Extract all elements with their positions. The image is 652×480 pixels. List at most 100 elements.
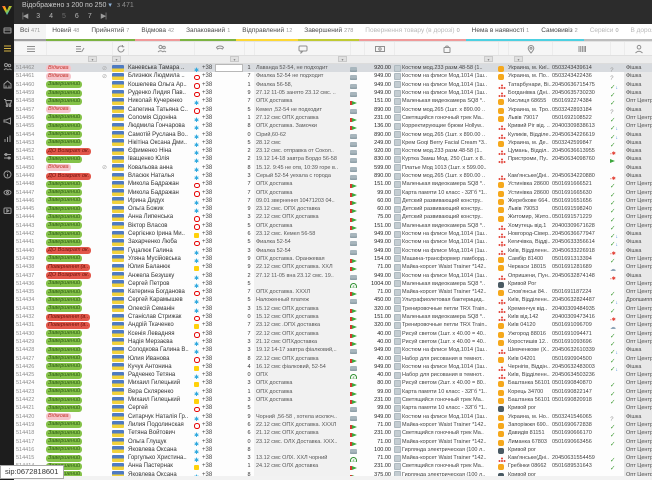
phone-cell[interactable]: +38 [202, 454, 244, 462]
table-row[interactable]: 514431 Повернення (в.. ⊘ Андрій Ткаченко… [14, 321, 652, 329]
filter-dropdown-address[interactable]: ▾ [514, 56, 523, 62]
phone-cell[interactable]: +38 [202, 164, 244, 172]
phone-cell[interactable]: +38 [202, 147, 244, 155]
status-tab[interactable]: Сервіси0 [584, 24, 625, 41]
filter-dropdown-comment[interactable]: ▾ [338, 56, 347, 62]
table-row[interactable]: 514444 Завершений ⊘ Анна Липенська +38 3… [14, 213, 652, 221]
table-row[interactable]: 514455 Завершений ⊘ Людмила Гончарова +3… [14, 122, 652, 130]
table-row[interactable]: 514458 Завершений ⊘ Николай Кучеренко +3… [14, 97, 652, 105]
table-row[interactable]: 514449 ДО Возврат ок. ⊘ Власюк Наталья +… [14, 172, 652, 180]
phone-cell[interactable]: +38 [202, 396, 244, 404]
phone-cell[interactable]: +38 [202, 155, 244, 163]
column-header-comment[interactable] [254, 42, 350, 55]
table-row[interactable]: 514436 Завершений ⊘ Сергей Петров +38 5 … [14, 280, 652, 288]
page-number-button[interactable]: 5 [62, 13, 66, 20]
table-row[interactable]: 514427 Завершений ⊘ Юлия Иванова +38 8 2… [14, 354, 652, 362]
phone-cell[interactable]: +38 [202, 371, 244, 379]
table-row[interactable]: 514447 Завершений ⊘ Микола Бадражан +38 … [14, 188, 652, 196]
column-header-price[interactable] [364, 42, 394, 55]
table-row[interactable]: 514429 Завершений ⊘ Надія Мерзаєва +38 3… [14, 338, 652, 346]
column-header-manager[interactable] [624, 42, 652, 55]
column-header-payment[interactable] [350, 42, 364, 55]
status-tab[interactable]: Всі471 [14, 24, 46, 41]
table-row[interactable]: 514416 Завершений ⊘ Яковлева Оксана +38 … [14, 446, 652, 454]
table-row[interactable]: 514437 ДО Возврат ок. ⊘ Анжела Безушку +… [14, 271, 652, 279]
phone-cell[interactable]: +38 [202, 72, 244, 80]
phone-cell[interactable]: +38 [202, 429, 244, 437]
phone-cell[interactable]: +38 [202, 230, 244, 238]
phone-cell[interactable]: +38 [202, 263, 244, 271]
column-header-refresh-icon[interactable] [112, 42, 128, 55]
table-row[interactable]: 514433 Завершений ⊘ Олексій Семанін +38 … [14, 305, 652, 313]
table-row[interactable]: 514432 Повернення (в.. ⊘ Станіслав Стриж… [14, 313, 652, 321]
status-tab[interactable]: Завершений278 [298, 24, 359, 41]
phone-cell[interactable]: +38 [202, 64, 244, 72]
status-tab[interactable]: Новий48 [46, 24, 85, 41]
column-header-products[interactable] [394, 42, 498, 55]
phone-cell[interactable]: +38 [202, 338, 244, 346]
column-header-phone[interactable] [194, 42, 244, 55]
phone-cell[interactable]: +38 [202, 197, 244, 205]
phone-cell[interactable]: +38 [202, 412, 244, 420]
table-row[interactable]: 514420 Відмова ⊘ Ситарчук Наталія Гр.. +… [14, 412, 652, 420]
table-row[interactable]: 514452 ДО Возврат ок. ⊘ Єфименко Ніна +3… [14, 147, 652, 155]
sidebar-item-video-tutorials[interactable] [2, 205, 13, 216]
column-header-ttn[interactable] [552, 42, 610, 55]
phone-cell[interactable]: +38 [202, 188, 244, 196]
table-row[interactable]: 514462 Відмова ⊘ Каневська Тамара .. +38… [14, 64, 652, 72]
sidebar-item-clients[interactable] [2, 61, 13, 72]
column-header-client[interactable] [128, 42, 194, 55]
table-row[interactable]: 514424 Завершений ⊘ Михаил Гилецький +38… [14, 379, 652, 387]
table-row[interactable]: 514443 Завершений ⊘ Віктор Власов +38 5 … [14, 222, 652, 230]
table-row[interactable]: 514423 Завершений ⊘ Вера Скляренко +38 1… [14, 388, 652, 396]
table-row[interactable]: 514441 Завершений ⊘ Захарченко Люба +38 … [14, 238, 652, 246]
phone-cell[interactable]: +38 [202, 288, 244, 296]
column-header-ttn-status[interactable] [610, 42, 624, 55]
phone-cell[interactable]: +38 [202, 139, 244, 147]
phone-cell[interactable]: +38 [202, 313, 244, 321]
table-row[interactable]: 514442 Завершений ⊘ Сергієнко Ірина Ми..… [14, 230, 652, 238]
column-header-carrier[interactable] [498, 42, 508, 55]
phone-cell[interactable]: +38 [202, 471, 244, 476]
table-row[interactable]: 514446 Завершений ⊘ Ирина Дидух +38 7 09… [14, 197, 652, 205]
phone-cell[interactable]: +38 [202, 330, 244, 338]
phone-cell[interactable]: +38 [202, 321, 244, 329]
phone-cell[interactable]: +38 [202, 255, 244, 263]
phone-cell[interactable]: +38 [202, 379, 244, 387]
table-row[interactable]: 514451 Завершений ⊘ Іващенко Юлія +38 2 … [14, 155, 652, 163]
first-page-button[interactable]: |◀ [22, 12, 27, 20]
phone-cell[interactable]: +38 [202, 180, 244, 188]
phone-cell[interactable]: +38 [202, 213, 244, 221]
table-row[interactable]: 514440 ДО Возврат ок. ⊘ Гуцалюк Галина +… [14, 247, 652, 255]
status-tab[interactable]: Повернення товару (в дорозі)0 [359, 24, 465, 41]
column-header-id[interactable] [14, 42, 46, 55]
status-tab[interactable]: Запакований1 [180, 24, 236, 41]
status-tab[interactable]: В дорозі додому0 [625, 24, 652, 41]
phone-cell[interactable]: +38 [202, 222, 244, 230]
page-number-button[interactable]: 3 [36, 13, 40, 20]
phone-cell[interactable]: +38 [202, 404, 244, 412]
phone-cell[interactable]: +38 [202, 280, 244, 288]
table-row[interactable]: 514425 Завершений ⊘ Радченко Тетяна +38 … [14, 371, 652, 379]
phone-cell[interactable]: +38 [202, 105, 244, 113]
table-row[interactable]: 514454 Завершений ⊘ Самотій Руслана Во..… [14, 130, 652, 138]
table-row[interactable]: 514421 Завершений ⊘ Сергей +38 5 99.00 К… [14, 404, 652, 412]
sidebar-item-orders[interactable] [2, 43, 13, 54]
phone-cell[interactable]: +38 [202, 305, 244, 313]
table-row[interactable]: 514438 Повернення (в.. ⊘ Юлия Баланюк +3… [14, 263, 652, 271]
table-row[interactable]: 514460 Завершений ⊘ Кошелева Ольга Ар.. … [14, 81, 652, 89]
phone-cell[interactable]: +38 [202, 446, 244, 454]
phone-cell[interactable]: +38 [202, 462, 244, 470]
table-row[interactable]: 514435 Завершений ⊘ Катерина Богданова +… [14, 288, 652, 296]
phone-filter-box[interactable] [215, 64, 243, 72]
status-tab[interactable]: Прийнятий7 [85, 24, 135, 41]
table-row[interactable]: 514419 Завершений ⊘ Лилия Подолинская +3… [14, 421, 652, 429]
phone-cell[interactable]: +38 [202, 271, 244, 279]
phone-cell[interactable]: +38 [202, 122, 244, 130]
phone-cell[interactable]: +38 [202, 437, 244, 445]
table-row[interactable]: 514457 Відмова ⊘ Сапегина Татьяна С.. +3… [14, 105, 652, 113]
table-row[interactable]: 514450 Відмова ⊘ Ковальова анна +38 8 15… [14, 164, 652, 172]
page-number-button[interactable]: 6 [75, 13, 79, 20]
sidebar-item-cart[interactable] [2, 97, 13, 108]
page-number-button[interactable]: 7 [88, 13, 92, 20]
